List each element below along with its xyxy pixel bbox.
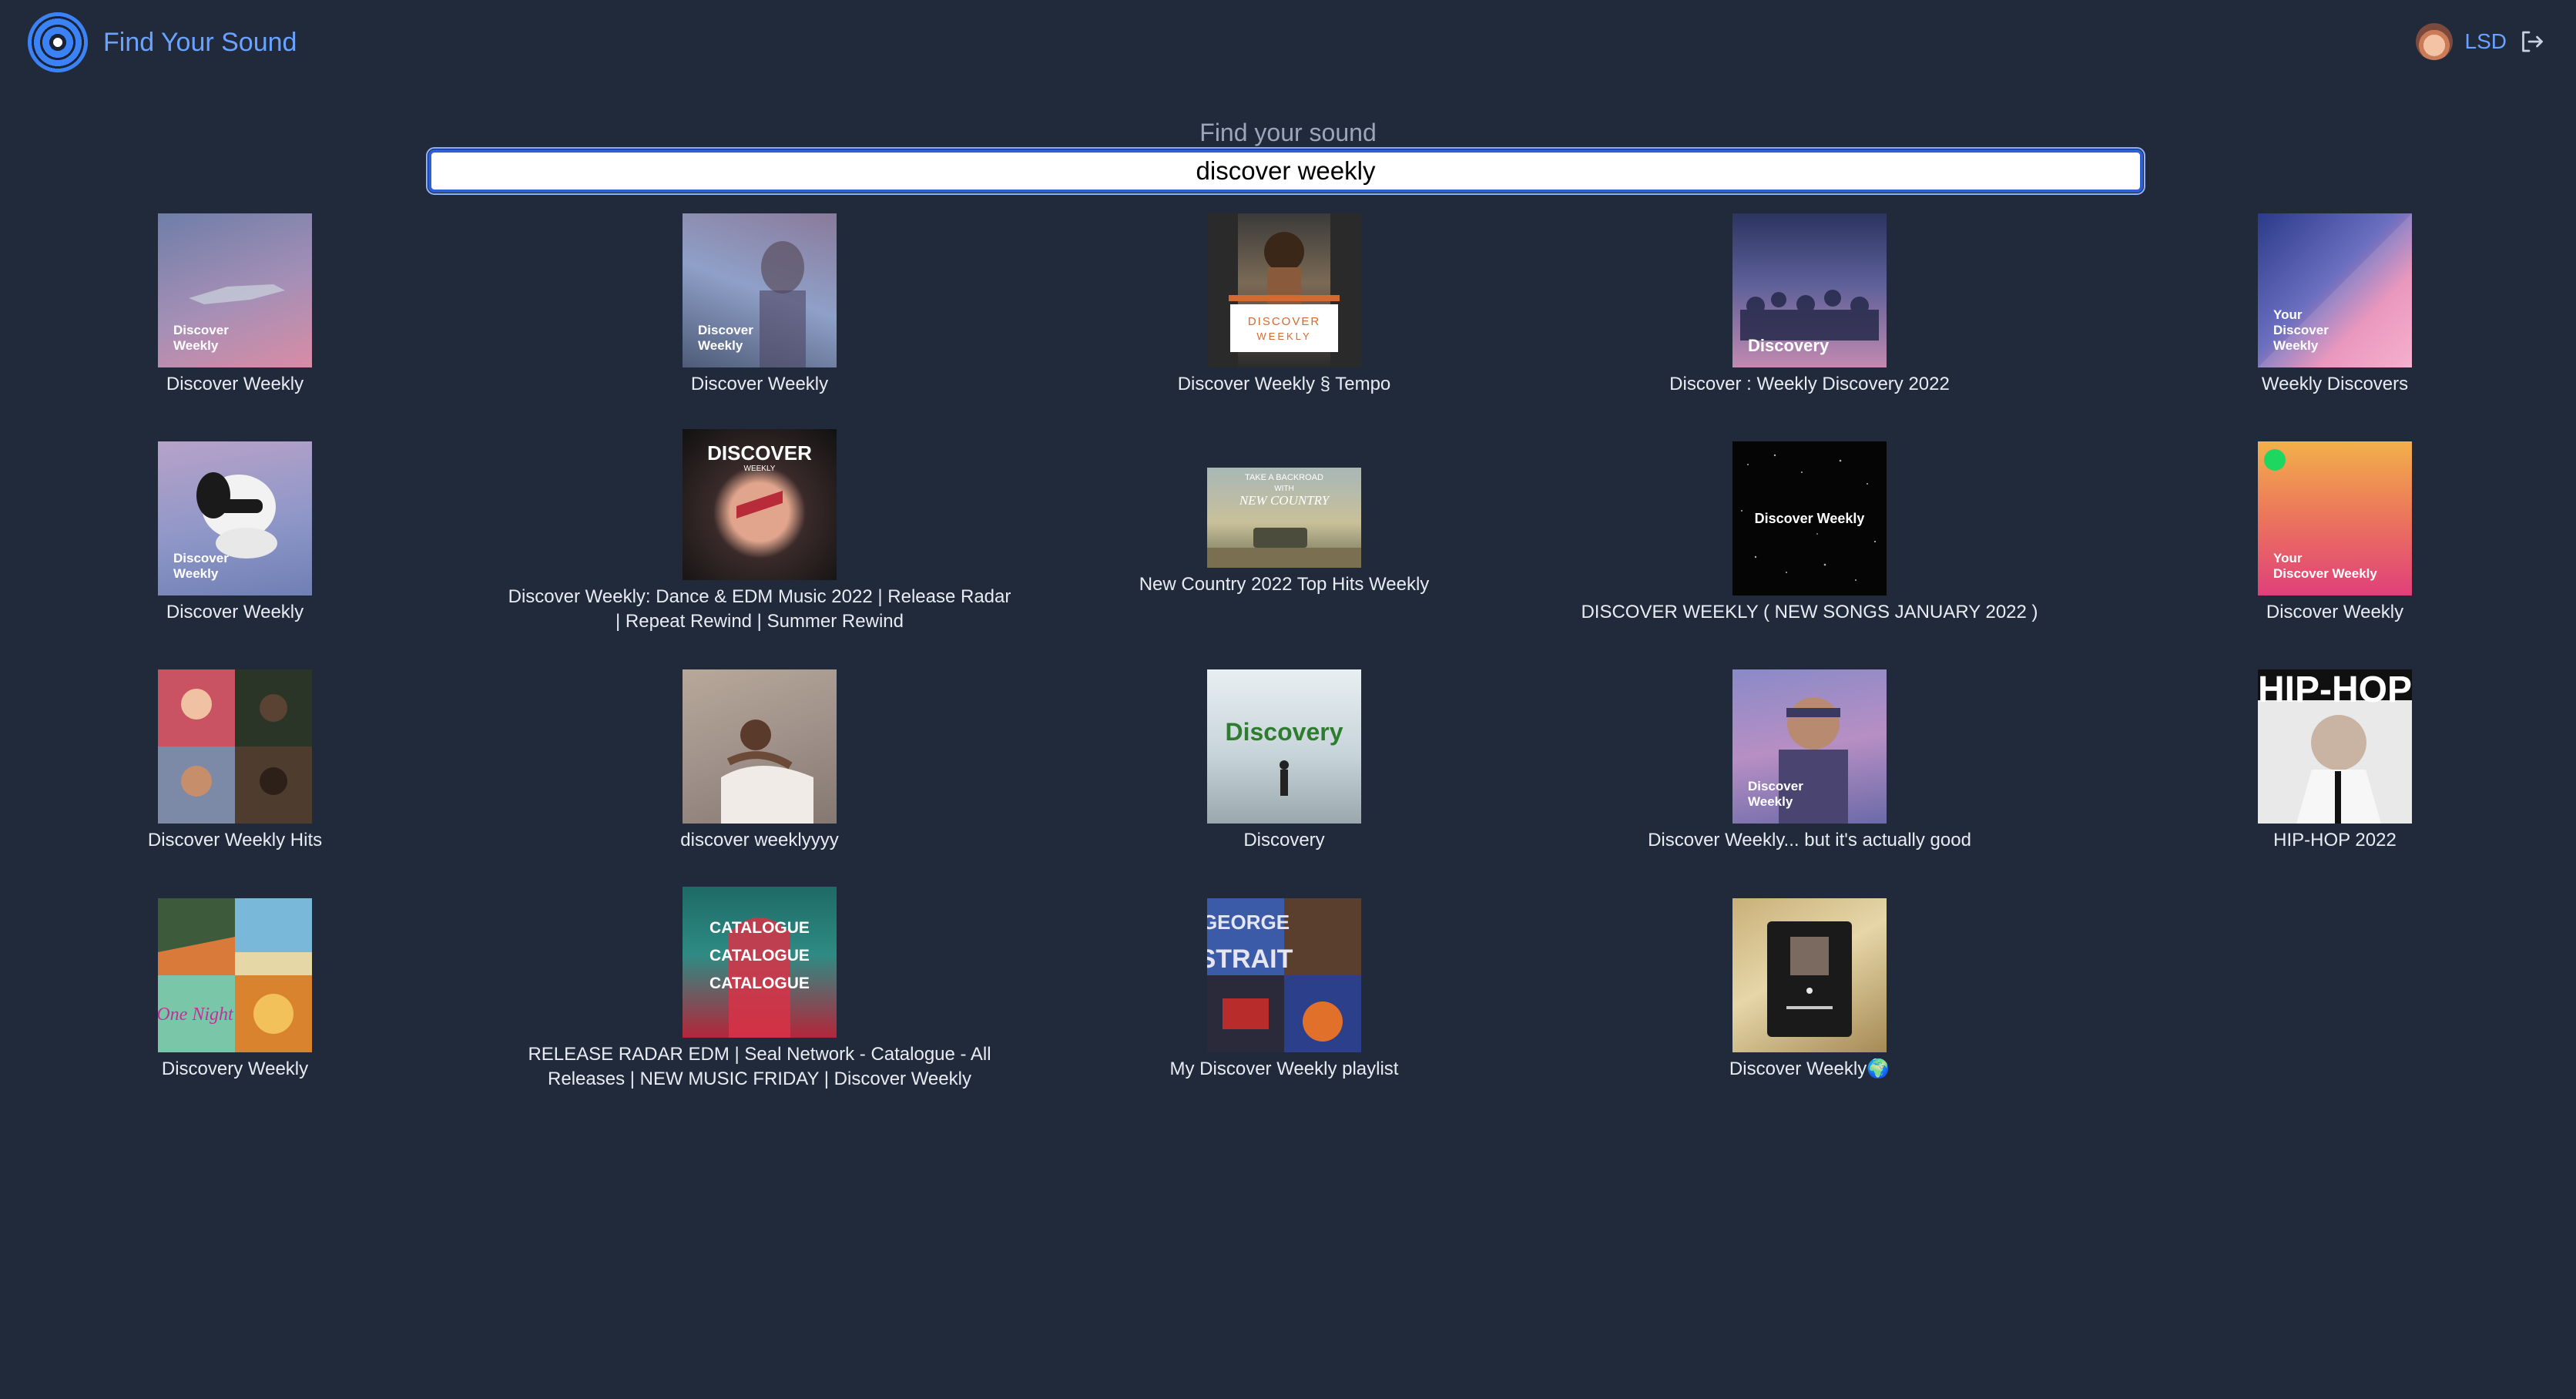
playlist-card[interactable]: Discovery Discovery	[1130, 669, 1438, 853]
results-grid: Discover Weekly Discover Weekly Discover W…	[0, 0, 2576, 1399]
playlist-card[interactable]: Discovery Discover : Weekly Discovery 20…	[1617, 213, 2002, 397]
catalogue-image: CATALOGUE CATALOGUE CATALOGUE	[709, 918, 810, 1038]
collage-image	[158, 669, 312, 824]
playlist-title: Discover Weekly	[690, 374, 829, 394]
playlist-title: Discovery Weekly	[161, 1058, 309, 1079]
starfield-image: Discover Weekly	[1741, 454, 1877, 581]
figure-image: Discovery	[1226, 718, 1343, 796]
svg-text:HIP-HOP: HIP-HOP	[2258, 669, 2412, 710]
playlist-title: Discover Weekly § Tempo	[1177, 374, 1391, 394]
playlist-cover: One Night	[158, 898, 312, 1052]
playlist-title: Discover Weekly	[2266, 602, 2404, 622]
playlist-card[interactable]: Discover Weekly Discover Weekly	[81, 441, 389, 625]
hiphop-image: HIP-HOP	[2258, 669, 2412, 824]
playlist-cover: TAKE A BACKROAD WITH NEW COUNTRY	[1207, 468, 1361, 568]
playlist-title: RELEASE RADAR EDM | Seal Network - Catal…	[528, 1044, 991, 1089]
playlist-cover: Discover Weekly	[683, 213, 837, 367]
svg-text:CATALOGUE: CATALOGUE	[709, 975, 810, 992]
svg-text:Discovery: Discovery	[1226, 718, 1343, 746]
playlist-cover: CATALOGUE CATALOGUE CATALOGUE	[683, 887, 837, 1038]
playlist-card[interactable]: CATALOGUE CATALOGUE CATALOGUE RELEASE RA…	[513, 887, 1006, 1092]
cover-text: Your Discover Weekly	[2273, 307, 2329, 353]
playlist-card[interactable]: HIP-HOP HIP-HOP 2022	[2181, 669, 2489, 853]
svg-text:DISCOVER: DISCOVER	[707, 441, 812, 465]
playlist-card[interactable]: Your Discover Weekly Weekly Discovers	[2181, 213, 2489, 397]
street-image: DISCOVER WEEKLY	[1207, 213, 1361, 367]
playlist-cover: GEORGE STRAIT	[1207, 898, 1361, 1052]
collage-image: One Night	[158, 898, 312, 1052]
svg-text:DISCOVER: DISCOVER	[1248, 315, 1320, 328]
playlist-title: My Discover Weekly playlist	[1169, 1058, 1399, 1079]
playlist-cover: Discover Weekly	[158, 213, 312, 367]
playlist-card[interactable]: Discover Weekly Discover Weekly	[81, 213, 389, 397]
playlist-title: Discover Weekly: Dance & EDM Music 2022 …	[508, 586, 1011, 632]
svg-text:WEEKLY: WEEKLY	[1256, 330, 1311, 342]
playlist-card[interactable]: discover weeklyyyy	[605, 669, 914, 853]
playlist-cover: HIP-HOP	[2258, 669, 2412, 824]
playlist-cover: Your Discover Weekly	[2258, 441, 2412, 595]
playlist-card[interactable]: Discover Weekly Discover Weekly	[605, 213, 914, 397]
cover-text: Discover Weekly	[1748, 779, 1803, 809]
playlist-cover	[158, 669, 312, 824]
playlist-cover: Your Discover Weekly	[2258, 213, 2412, 367]
truck-image: TAKE A BACKROAD WITH NEW COUNTRY	[1207, 473, 1361, 568]
playlist-card[interactable]: Discover Weekly Hits	[81, 669, 389, 853]
playlist-cover	[683, 669, 837, 824]
cover-text: Your Discover Weekly	[2273, 551, 2377, 581]
plaque-image	[1767, 921, 1852, 1037]
playlist-card[interactable]: TAKE A BACKROAD WITH NEW COUNTRY New Cou…	[1092, 468, 1477, 597]
playlist-title: DISCOVER WEEKLY ( NEW SONGS JANUARY 2022…	[1581, 602, 2038, 622]
svg-text:TAKE A BACKROAD: TAKE A BACKROAD	[1245, 473, 1323, 482]
playlist-title: discover weeklyyyy	[680, 830, 839, 850]
face-image: DISCOVER WEEKLY	[707, 441, 812, 518]
playlist-title: HIP-HOP 2022	[2273, 830, 2397, 850]
playlist-cover: Discovery	[1207, 669, 1361, 824]
playlist-cover	[1732, 898, 1887, 1052]
playlist-title: Discover Weekly... but it's actually goo…	[1648, 830, 1971, 850]
playlist-cover: Discover Weekly	[158, 441, 312, 595]
playlist-card[interactable]: Discover Weekly DISCOVER WEEKLY ( NEW SO…	[1578, 441, 2041, 625]
collage-image: GEORGE STRAIT	[1207, 898, 1361, 1052]
cover-text: Discover Weekly	[173, 551, 229, 581]
cover-text: Discovery	[1748, 336, 1830, 355]
cover-text: Discover Weekly	[698, 323, 753, 353]
playlist-title: Discovery	[1243, 830, 1325, 850]
playlist-title: Discover Weekly Hits	[147, 830, 323, 850]
svg-text:CATALOGUE: CATALOGUE	[709, 947, 810, 965]
svg-text:Discover Weekly: Discover Weekly	[1755, 511, 1865, 526]
playlist-card[interactable]: Discover Weekly🌍	[1655, 898, 1964, 1082]
svg-text:One Night: One Night	[158, 1005, 234, 1025]
playlist-cover: DISCOVER WEEKLY	[1207, 213, 1361, 367]
svg-text:CATALOGUE: CATALOGUE	[709, 919, 810, 937]
playlist-cover: DISCOVER WEEKLY	[683, 429, 837, 580]
svg-text:WITH: WITH	[1274, 485, 1294, 493]
playlist-card[interactable]: DISCOVER WEEKLY Discover Weekly: Dance &…	[505, 429, 1014, 634]
playlist-card[interactable]: Your Discover Weekly Discover Weekly	[2181, 441, 2489, 625]
bath-image	[721, 720, 813, 824]
playlist-cover: Discovery	[1732, 213, 1887, 367]
playlist-title: Discover Weekly🌍	[1729, 1058, 1890, 1079]
svg-text:GEORGE: GEORGE	[1207, 911, 1290, 934]
cover-text: Discover Weekly	[173, 323, 229, 353]
playlist-title: Discover Weekly	[166, 602, 304, 622]
playlist-card[interactable]: Discover Weekly Discover Weekly... but it…	[1578, 669, 2041, 853]
playlist-title: Discover Weekly	[166, 374, 304, 394]
playlist-title: New Country 2022 Top Hits Weekly	[1139, 574, 1430, 595]
playlist-title: Weekly Discovers	[2261, 374, 2409, 394]
svg-text:WEEKLY: WEEKLY	[744, 465, 776, 473]
playlist-cover: Discover Weekly	[1732, 669, 1887, 824]
svg-text:STRAIT: STRAIT	[1207, 944, 1293, 974]
playlist-title: Discover : Weekly Discovery 2022	[1669, 374, 1950, 394]
svg-text:NEW COUNTRY: NEW COUNTRY	[1239, 493, 1330, 508]
playlist-card[interactable]: DISCOVER WEEKLY Discover Weekly § Tempo	[1092, 213, 1477, 397]
playlist-card[interactable]: GEORGE STRAIT My Discover Weekly playlis…	[1092, 898, 1477, 1082]
playlist-cover: Discover Weekly	[1732, 441, 1887, 595]
playlist-card[interactable]: One Night Discovery Weekly	[81, 898, 389, 1082]
